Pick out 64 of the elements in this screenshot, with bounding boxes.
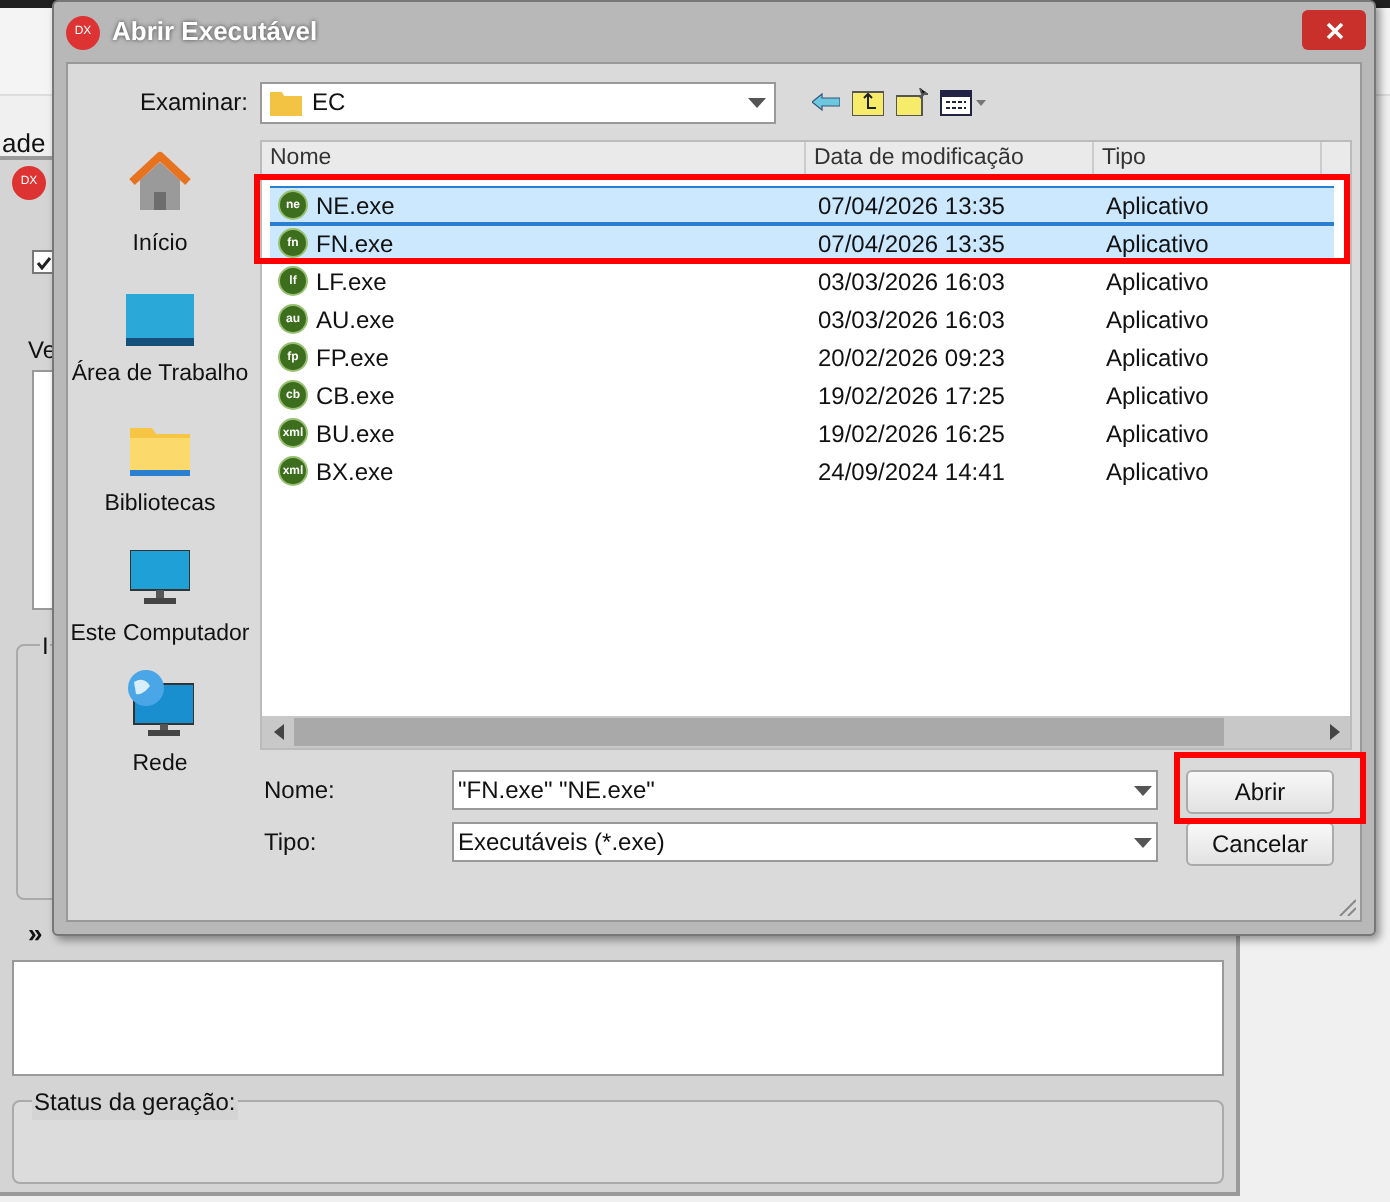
- column-header[interactable]: Nome: [262, 142, 806, 178]
- horizontal-scrollbar[interactable]: [262, 716, 1350, 748]
- date-cell-text: 07/04/2026 13:35: [816, 227, 1007, 261]
- network-icon: [126, 667, 194, 736]
- monitor-icon: [130, 549, 190, 606]
- view-menu-icon[interactable]: [940, 89, 988, 115]
- field-label: Nome:: [262, 774, 337, 808]
- back-arrow-icon[interactable]: [812, 92, 840, 112]
- place-item[interactable]: Este Computador: [76, 530, 244, 660]
- column-header[interactable]: Tipo: [1094, 142, 1322, 178]
- place-item[interactable]: Bibliotecas: [76, 400, 244, 530]
- dropdown-arrow-icon: [748, 97, 766, 107]
- close-button[interactable]: [1302, 10, 1366, 50]
- date-cell-text: 20/02/2026 09:23: [816, 341, 1007, 375]
- check-icon: [36, 255, 52, 269]
- file-name-combo[interactable]: "FN.exe" "NE.exe": [452, 770, 1158, 810]
- file-name: NE.exe: [316, 189, 395, 223]
- date-cell-text: 24/09/2024 14:41: [816, 455, 1007, 489]
- file-name: FP.exe: [316, 341, 389, 375]
- window-title: Abrir Executável: [112, 14, 318, 51]
- file-name: AU.exe: [316, 303, 395, 337]
- file-type-combo[interactable]: Executáveis (*.exe): [452, 822, 1158, 862]
- date-cell-text: 19/02/2026 16:25: [816, 417, 1007, 451]
- date-cell-text: 07/04/2026 13:35: [816, 189, 1007, 223]
- house-icon: [126, 147, 194, 216]
- type-cell-text: Aplicativo: [1104, 303, 1211, 337]
- type-cell-text: Aplicativo: [1104, 189, 1211, 223]
- folder-up-icon[interactable]: [852, 88, 884, 116]
- file-name: LF.exe: [316, 265, 387, 299]
- look-in-label: Examinar:: [137, 86, 250, 120]
- dropdown-arrow-icon: [1134, 837, 1152, 847]
- type-cell-text: Aplicativo: [1104, 455, 1211, 489]
- resize-grip-icon[interactable]: [1336, 896, 1356, 916]
- date-cell-text: 19/02/2026 17:25: [816, 379, 1007, 413]
- place-item[interactable]: Rede: [76, 660, 244, 790]
- scroll-left-icon[interactable]: [273, 724, 283, 740]
- dropdown-arrow-icon: [1134, 785, 1152, 795]
- place-item[interactable]: Área de Trabalho: [76, 270, 244, 400]
- file-name: FN.exe: [316, 227, 394, 261]
- type-cell-text: Aplicativo: [1104, 227, 1211, 261]
- look-in-dropdown[interactable]: EC: [260, 81, 776, 123]
- place-item[interactable]: Início: [76, 140, 244, 270]
- file-name: BU.exe: [316, 417, 395, 451]
- scrollbar-thumb[interactable]: [294, 718, 1224, 746]
- folder-icon: [130, 423, 190, 476]
- file-name: CB.exe: [316, 379, 395, 413]
- column-header[interactable]: Data de modificação: [806, 142, 1094, 178]
- date-cell-text: 03/03/2026 16:03: [816, 265, 1007, 299]
- type-cell-text: Aplicativo: [1104, 417, 1211, 451]
- expand-button[interactable]: »: [28, 914, 43, 953]
- new-folder-icon[interactable]: [896, 88, 928, 116]
- type-cell-text: Aplicativo: [1104, 379, 1211, 413]
- desktop-icon: [126, 293, 194, 346]
- open-button[interactable]: Abrir: [1186, 770, 1334, 814]
- menu-label: ade: [2, 126, 46, 162]
- folder-icon: [270, 89, 302, 115]
- field-label: Tipo:: [262, 826, 319, 860]
- type-cell-text: Aplicativo: [1104, 341, 1211, 375]
- close-icon: [1325, 21, 1343, 39]
- scroll-right-icon[interactable]: [1330, 724, 1340, 740]
- cancel-button[interactable]: Cancelar: [1186, 822, 1334, 866]
- type-cell-text: Aplicativo: [1104, 265, 1211, 299]
- date-cell-text: 03/03/2026 16:03: [816, 303, 1007, 337]
- file-name: BX.exe: [316, 455, 394, 489]
